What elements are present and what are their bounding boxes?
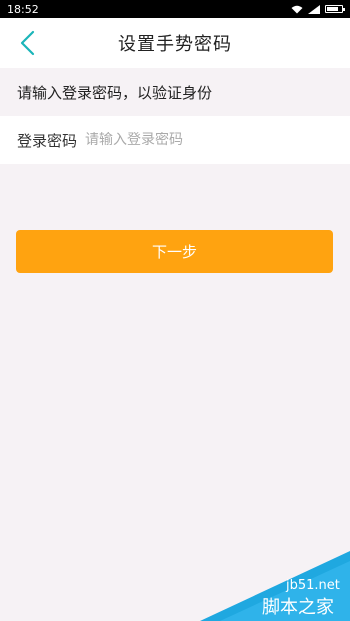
wifi-icon	[291, 5, 303, 13]
page-title: 设置手势密码	[118, 34, 232, 55]
signal-icon	[308, 4, 320, 14]
password-input[interactable]	[85, 132, 286, 148]
watermark-logo: jb51.net 脚本之家	[200, 551, 350, 621]
watermark-brand: 脚本之家	[262, 597, 334, 618]
status-bar: 18:52	[0, 0, 350, 18]
next-button[interactable]: 下一步	[16, 230, 333, 273]
header: 设置手势密码	[0, 18, 350, 68]
back-button[interactable]	[12, 28, 42, 58]
password-field-row: 登录密码	[0, 116, 350, 164]
status-time: 18:52	[7, 2, 39, 16]
battery-icon	[325, 5, 345, 13]
verify-notice: 请输入登录密码，以验证身份	[0, 68, 350, 116]
chevron-left-icon	[20, 30, 35, 56]
watermark-site: jb51.net	[285, 578, 340, 593]
password-label: 登录密码	[17, 131, 78, 150]
watermark: jb51.net 脚本之家	[200, 551, 350, 621]
status-icons	[291, 4, 345, 14]
